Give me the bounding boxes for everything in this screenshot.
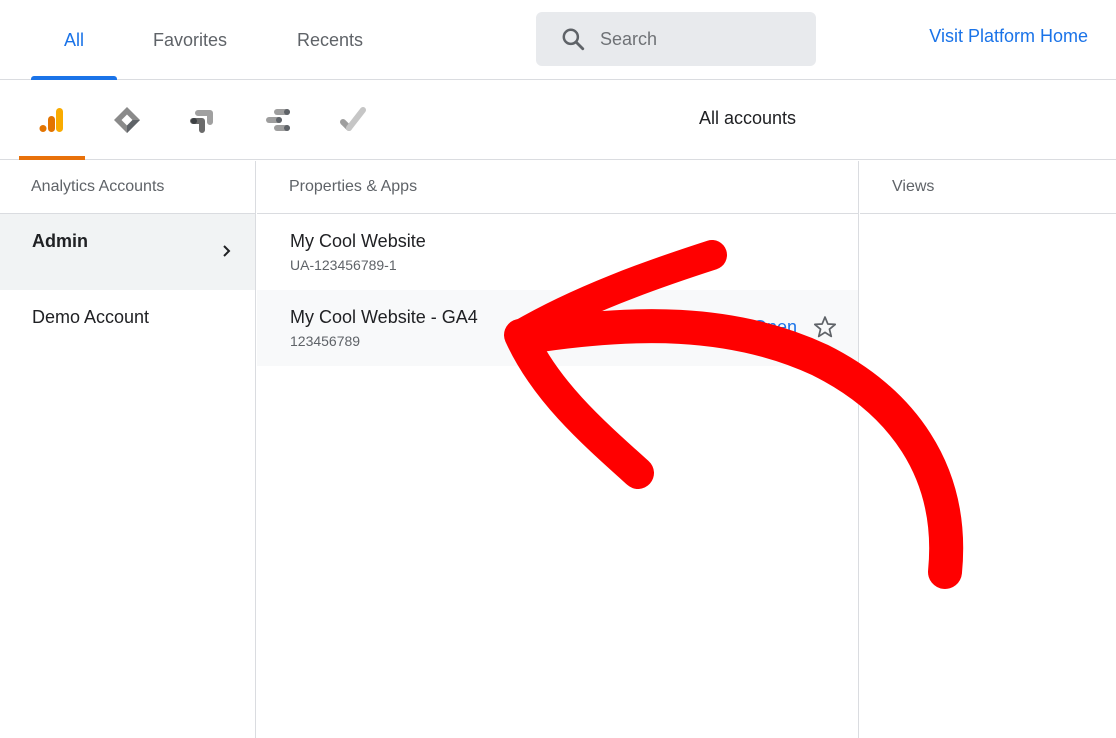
property-id: UA-123456789-1	[290, 257, 397, 273]
accounts-column-header: Analytics Accounts	[0, 161, 255, 214]
tab-all-label: All	[63, 29, 84, 50]
tab-all[interactable]: All	[31, 0, 117, 80]
optimize-icon	[190, 110, 213, 133]
tab-favorites[interactable]: Favorites	[130, 0, 250, 80]
top-nav-bar: All Favorites Recents Visit Platform Hom…	[0, 0, 1116, 80]
property-item[interactable]: My Cool Website UA-123456789-1	[257, 214, 858, 290]
search-icon	[562, 28, 585, 51]
account-item-demo[interactable]: Demo Account	[0, 290, 255, 366]
analytics-icon	[39, 108, 63, 132]
active-product-indicator	[19, 156, 85, 160]
visit-platform-home-link[interactable]: Visit Platform Home	[929, 26, 1088, 47]
product-data-studio[interactable]	[245, 80, 311, 160]
chevron-right-icon	[223, 245, 231, 257]
tab-recents[interactable]: Recents	[275, 0, 385, 80]
account-name: Demo Account	[32, 307, 150, 327]
account-name: Admin	[32, 231, 88, 251]
product-surveys[interactable]	[320, 80, 386, 160]
star-favorite-icon[interactable]	[812, 314, 838, 340]
search-box[interactable]	[536, 12, 816, 66]
account-item-admin[interactable]: Admin	[0, 214, 255, 290]
product-tag-manager[interactable]	[94, 80, 160, 160]
data-studio-icon	[266, 109, 290, 131]
product-analytics[interactable]	[19, 80, 85, 160]
properties-column: Properties & Apps My Cool Website UA-123…	[257, 161, 859, 738]
views-column: Views	[860, 161, 1116, 738]
product-optimize[interactable]	[170, 80, 236, 160]
tab-favorites-label: Favorites	[152, 29, 228, 50]
product-bar: All accounts	[0, 80, 1116, 160]
tag-manager-icon	[114, 107, 140, 133]
properties-column-header: Properties & Apps	[257, 161, 858, 214]
accounts-column: Analytics Accounts Admin Demo Account	[0, 161, 256, 738]
surveys-icon	[340, 107, 366, 131]
property-item-ga4[interactable]: My Cool Website - GA4 123456789 Open	[257, 290, 858, 366]
scope-label[interactable]: All accounts	[699, 108, 796, 129]
open-property-link[interactable]: Open	[753, 317, 797, 338]
search-input[interactable]	[600, 28, 800, 50]
views-column-header: Views	[860, 161, 1116, 214]
property-name: My Cool Website	[290, 231, 426, 251]
tab-recents-label: Recents	[296, 29, 364, 50]
